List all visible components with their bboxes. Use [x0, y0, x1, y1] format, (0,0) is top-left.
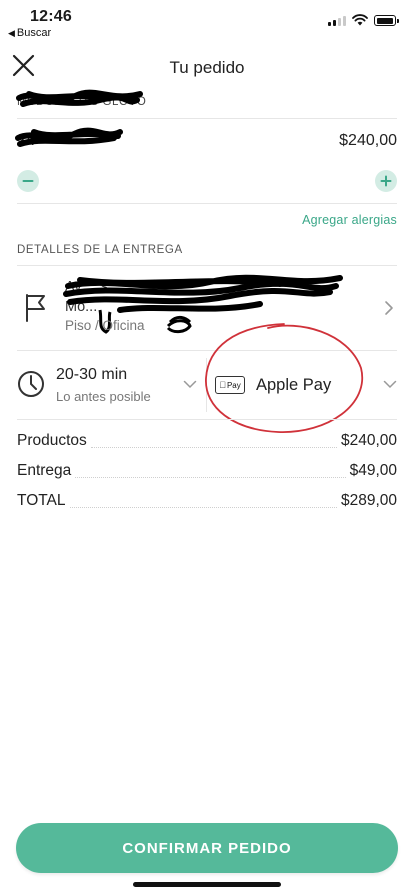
status-icons	[328, 14, 399, 26]
address-sub: Mo...	[65, 299, 98, 315]
red-circle-annotation	[205, 323, 364, 433]
products-value: $240,00	[340, 432, 397, 449]
cellular-signal-icon	[328, 16, 346, 26]
back-to-search-link[interactable]: ◀ Buscar	[8, 27, 51, 39]
flag-icon	[26, 294, 45, 322]
delivery-time-subtitle: Lo antes posible	[56, 389, 151, 404]
increase-quantity-button[interactable]	[375, 170, 397, 192]
delivery-time-range: 20-30 min	[56, 366, 128, 383]
home-indicator[interactable]	[133, 882, 281, 887]
chevron-down-icon	[183, 380, 197, 389]
divider	[17, 118, 397, 119]
clock-icon	[18, 371, 44, 397]
divider	[17, 419, 397, 420]
item-name: 2x	[17, 132, 34, 149]
delivery-fee-label: Entrega	[17, 462, 72, 479]
add-allergies-link[interactable]: Agregar alergias	[302, 213, 397, 227]
products-label: Productos	[17, 432, 87, 449]
total-value: $289,00	[340, 492, 397, 509]
wifi-icon	[352, 14, 368, 26]
battery-icon	[374, 15, 399, 26]
page-title: Tu pedido	[169, 58, 245, 77]
delivery-section-label: DETALLES DE LA ENTREGA	[17, 244, 183, 256]
confirm-order-button[interactable]: CONFIRMAR PEDIDO	[16, 823, 398, 873]
summary-row-total: TOTAL $289,00	[17, 490, 397, 512]
back-triangle-icon: ◀	[8, 27, 15, 38]
plus-icon	[380, 175, 392, 187]
chevron-down-icon	[383, 380, 397, 389]
divider	[17, 203, 397, 204]
status-time: 12:46	[30, 8, 72, 25]
chevron-right-icon	[385, 301, 393, 315]
store-name: MCDONALD'S GLOVO	[17, 96, 147, 108]
summary-row-products: Productos $240,00	[17, 430, 397, 452]
decrease-quantity-button[interactable]	[17, 170, 39, 192]
minus-icon	[22, 180, 34, 182]
floor-office-field: Piso / Oficina	[65, 318, 145, 333]
address-line: Av. ...s	[65, 279, 108, 295]
summary-row-delivery: Entrega $49,00	[17, 460, 397, 482]
item-price: $240,00	[339, 132, 397, 149]
delivery-fee-value: $49,00	[349, 462, 397, 479]
total-label: TOTAL	[17, 492, 66, 509]
back-label: Buscar	[16, 27, 52, 39]
